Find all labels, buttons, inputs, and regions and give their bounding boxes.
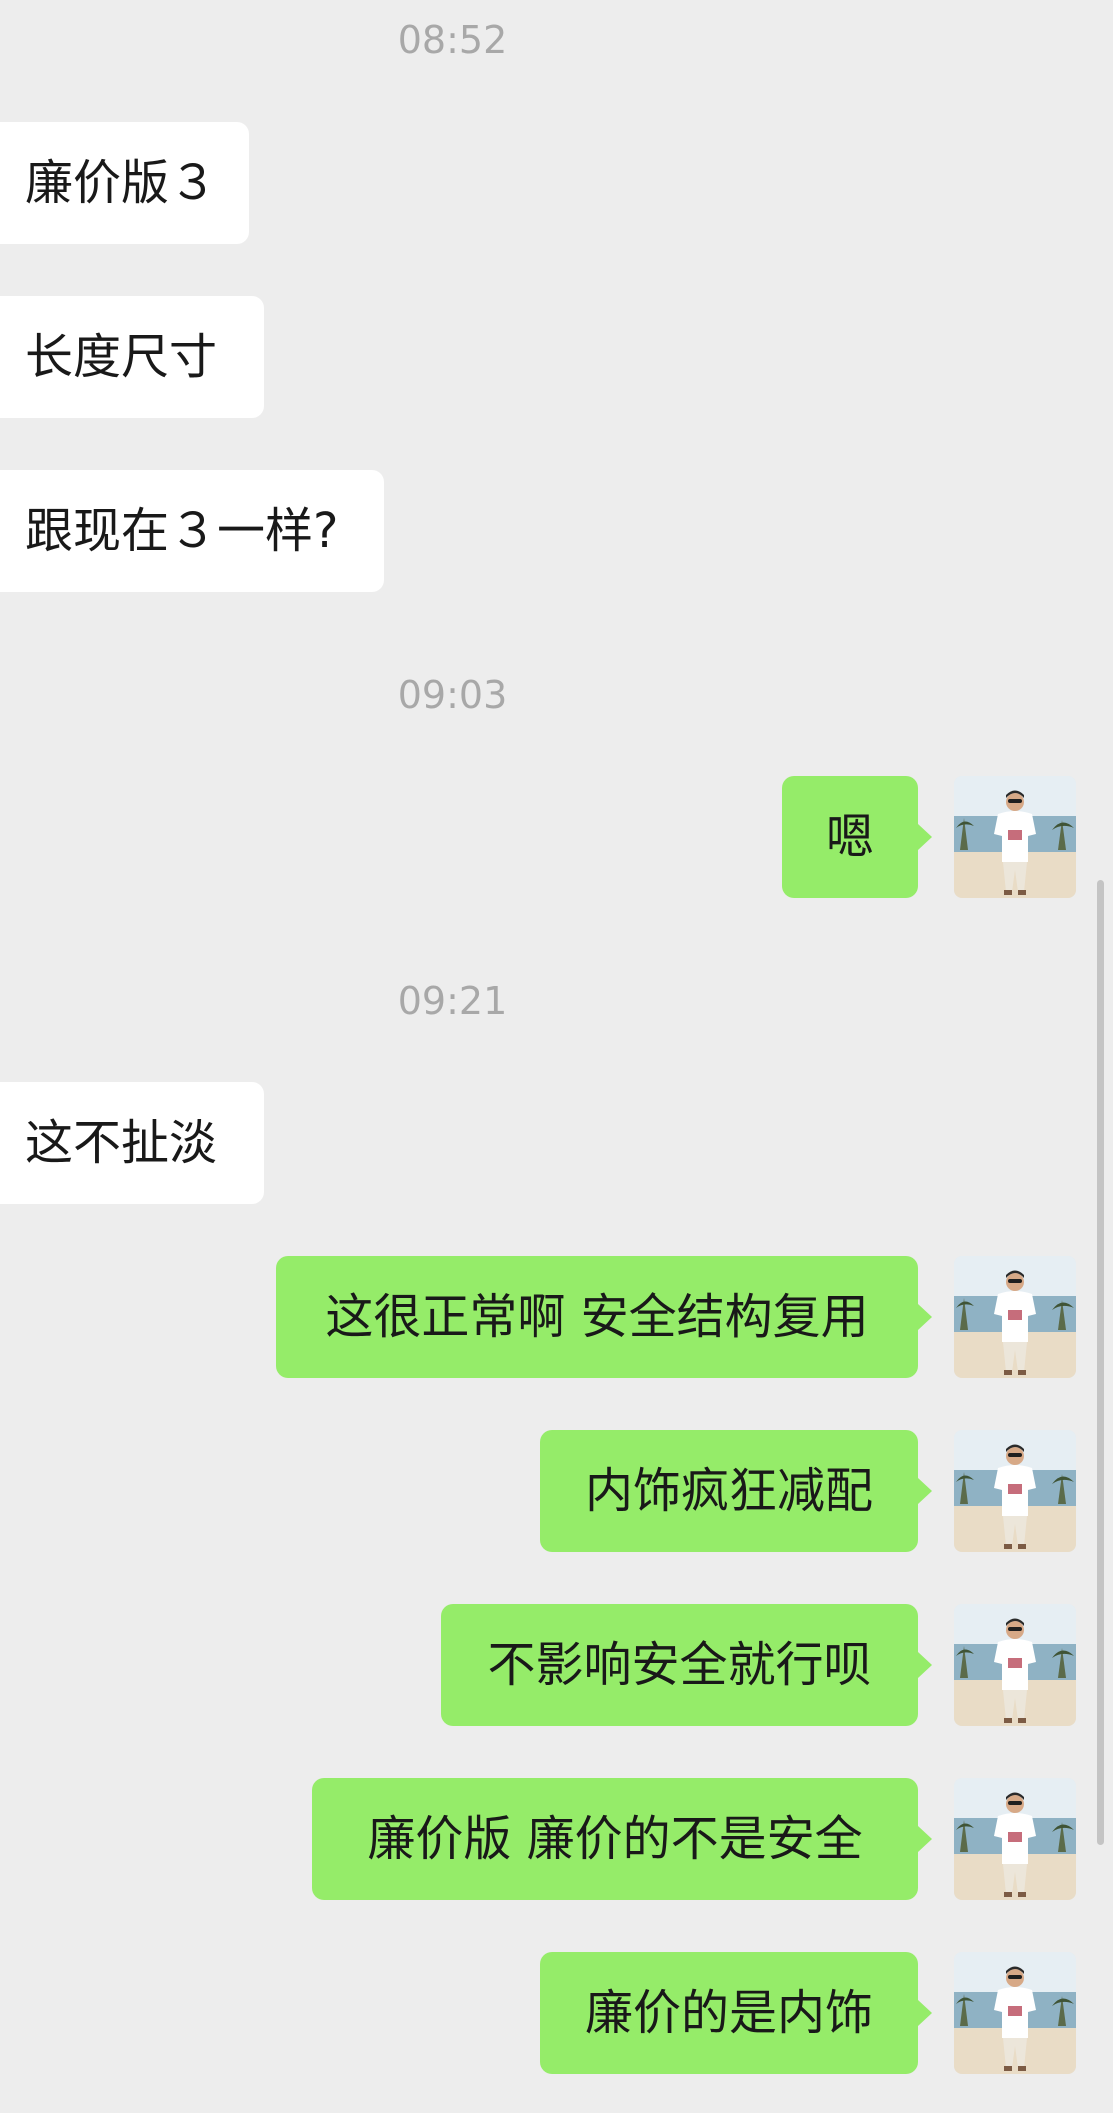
avatar[interactable] [954,1604,1076,1726]
message-bubble[interactable]: 跟现在３一样? [0,470,384,592]
avatar[interactable] [954,1430,1076,1552]
user-photo-icon [954,1256,1076,1378]
user-photo-icon [954,776,1076,898]
user-photo-icon [954,1604,1076,1726]
message-bubble[interactable]: 不影响安全就行呗 [441,1604,932,1726]
avatar[interactable] [954,1256,1076,1378]
message-bubble[interactable]: 这不扯淡 [0,1082,264,1204]
timestamp: 09:21 [397,979,508,1023]
message-bubble[interactable]: 廉价的是内饰 [540,1952,932,2074]
message-bubble[interactable]: 廉价版３ [0,122,249,244]
user-photo-icon [954,1778,1076,1900]
avatar[interactable] [954,1778,1076,1900]
avatar[interactable] [954,1952,1076,2074]
user-photo-icon [954,1952,1076,2074]
avatar[interactable] [954,776,1076,898]
timestamp: 09:03 [397,673,508,717]
message-bubble[interactable]: 嗯 [782,776,932,898]
user-photo-icon [954,1430,1076,1552]
message-bubble[interactable]: 廉价版 廉价的不是安全 [312,1778,932,1900]
scrollbar[interactable] [1097,880,1104,1845]
message-bubble[interactable]: 长度尺寸 [0,296,264,418]
message-bubble[interactable]: 这很正常啊 安全结构复用 [276,1256,932,1378]
timestamp: 08:52 [397,18,508,62]
message-bubble[interactable]: 内饰疯狂减配 [540,1430,932,1552]
